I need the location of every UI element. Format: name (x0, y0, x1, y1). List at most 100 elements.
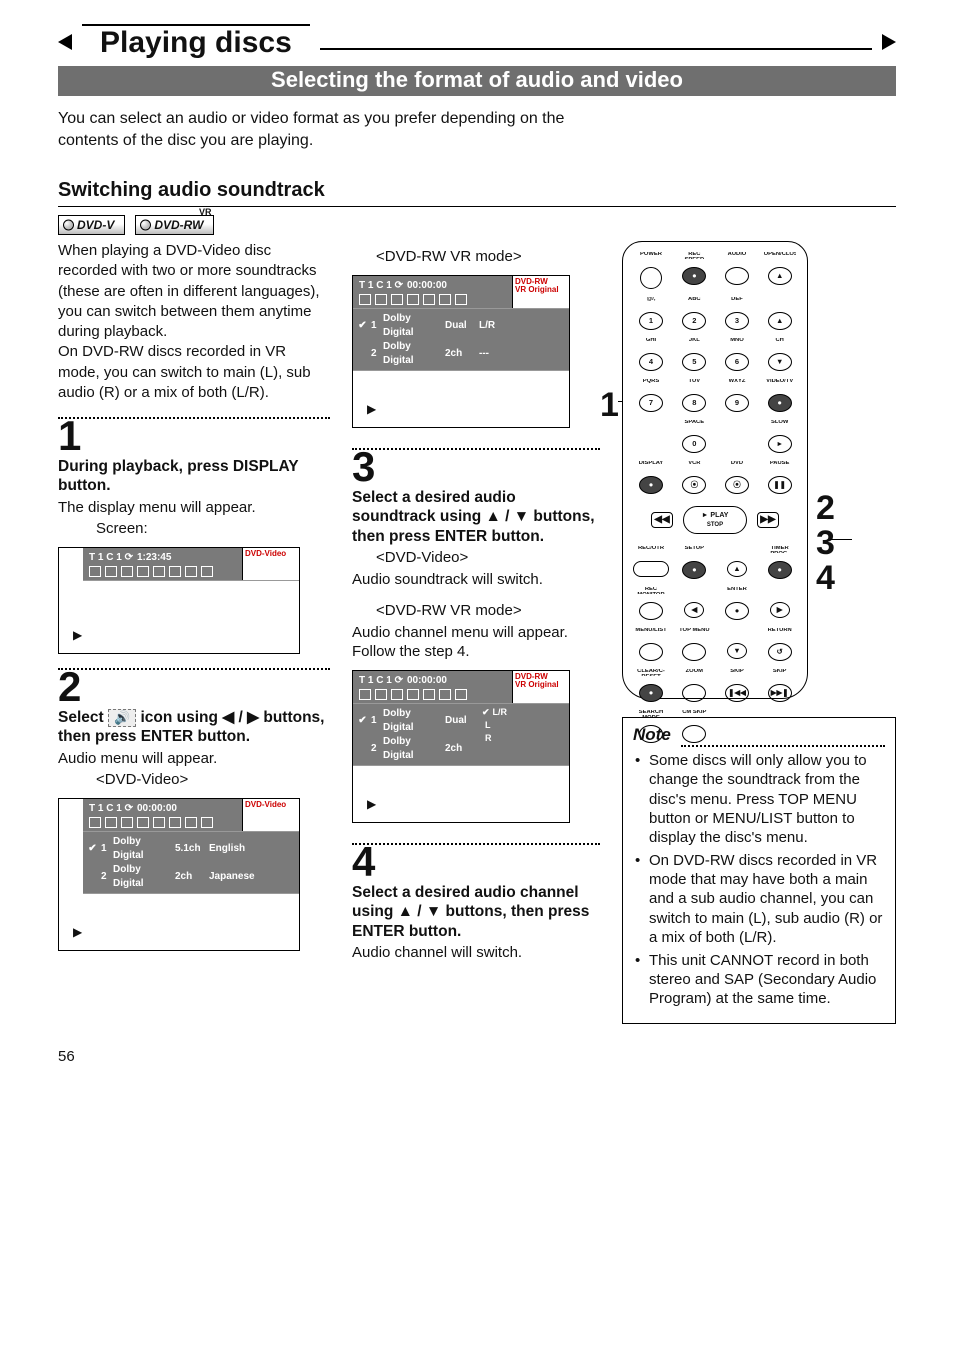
osd-audio-row: ✔ 1 Dolby Digital Dual (358, 707, 564, 734)
arrow-left-icon (58, 34, 72, 50)
step-4-number: 4 (352, 843, 600, 881)
key-3-button: 3 (725, 312, 749, 330)
badge-dvd-rw-label: DVD-RW (154, 218, 203, 232)
osd-dvd-rw-vr-channel-menu: T 1 C 1 ⟳ 00:00:00 DVD-RW VR Original (352, 670, 570, 824)
osd-time-rw: 00:00:00 (407, 279, 447, 293)
osd-dvd-rw-vr-audio-menu: T 1 C 1 ⟳ 00:00:00 DVD-RW VR Original (352, 275, 570, 429)
badge-dvd-v: DVD-V (58, 215, 125, 235)
step-3-video-body: Audio soundtrack will switch. (352, 570, 600, 590)
note-title: Note (633, 724, 677, 747)
osd-disctype-video: DVD-Video (242, 548, 299, 581)
play-icon: ▶ (367, 401, 376, 417)
key-9-button: 9 (725, 394, 749, 412)
badge-vr-label: VR (199, 207, 212, 217)
callout-1: 1 (600, 383, 619, 429)
play-icon: ▶ (367, 796, 376, 812)
rec-otr-button (633, 561, 669, 577)
osd-dvd-video-audio-menu: T 1 C 1 ⟳ 00:00:00 DVD-Video ✔ 1 (58, 798, 300, 952)
left-body: When playing a DVD-Video disc recorded w… (58, 241, 330, 403)
step-3-number: 3 (352, 448, 600, 486)
badge-dvd-v-label: DVD-V (77, 218, 114, 232)
key-1-button: 1 (639, 312, 663, 330)
page-number: 56 (58, 1048, 896, 1065)
audio-icon: 🔊 (108, 709, 136, 727)
play-icon: ▶ (73, 924, 82, 940)
callout-line (830, 539, 852, 540)
remote-control-illustration: POWER REC SPEED AUDIO OPEN/CLOSE ● ▲ @/,… (622, 241, 808, 699)
step-2-head: Select 🔊 icon using ◀ / ▶ buttons, then … (58, 708, 330, 747)
skip-fwd-button: ▶▶❚ (768, 684, 792, 702)
dvd-button: ⦿ (725, 476, 749, 494)
ch-up-button: ▲ (768, 312, 792, 330)
step-1-body: The display menu will appear. (58, 498, 330, 518)
rec-monitor-button (639, 602, 663, 620)
step-1-screen-label: Screen: (58, 519, 330, 539)
rec-speed-button: ● (682, 267, 706, 285)
nav-left-button: ◀ (684, 602, 704, 618)
key-6-button: 6 (725, 353, 749, 371)
osd-side-channel-list: ✔L/R L R (479, 704, 513, 746)
rewind-button: ◀◀ (651, 512, 673, 528)
step-3-video-label: <DVD-Video> (352, 548, 600, 568)
clear-button: ● (639, 684, 663, 702)
arrow-right-icon (882, 34, 896, 50)
audio-button (725, 267, 749, 285)
key-0-button: 0 (682, 435, 706, 453)
callout-2: 2 (816, 491, 835, 526)
subsection-heading: Switching audio soundtrack (58, 179, 896, 207)
open-close-button: ▲ (768, 267, 792, 285)
key-4-button: 4 (639, 353, 663, 371)
section-band: Selecting the format of audio and video (58, 66, 896, 96)
callout-4: 4 (816, 561, 835, 596)
mid-mode-vr-label: <DVD-RW VR mode> (352, 247, 600, 267)
osd-audio-row: 2 Dolby Digital 2ch (358, 735, 564, 762)
nav-right-button: ▶ (770, 602, 790, 618)
key-5-button: 5 (682, 353, 706, 371)
osd-audio-row: ✔ 1 Dolby Digital Dual L/R (358, 312, 564, 339)
note-item: This unit CANNOT record in both stereo a… (645, 951, 885, 1009)
osd-audio-row: ✔ 1 Dolby Digital 5.1ch English (88, 835, 294, 862)
step-4-head: Select a desired audio channel using ▲ /… (352, 883, 600, 941)
osd-disctype-rw: DVD-RW VR Original (512, 276, 569, 309)
pause-button: ❚❚ (768, 476, 792, 494)
step-3-vr-body: Audio channel menu will appear. Follow t… (352, 623, 600, 662)
power-button (640, 267, 662, 289)
note-dot-rule (681, 745, 885, 747)
top-menu-button (682, 643, 706, 661)
osd-disctype-rw: DVD-RW VR Original (512, 671, 569, 704)
fast-forward-button: ▶▶ (757, 512, 779, 528)
ch-down-button: ▼ (768, 353, 792, 371)
callout-numbers: 2 3 4 (816, 491, 835, 595)
display-button: ● (639, 476, 663, 494)
osd-audio-row: 2 Dolby Digital 2ch Japanese (88, 863, 294, 890)
enter-button: ● (725, 602, 749, 620)
step-2-mode-label: <DVD-Video> (58, 770, 330, 790)
video-tv-button: ● (768, 394, 792, 412)
callout-3: 3 (816, 526, 835, 561)
osd-info-row: T 1 C 1 ⟳ (359, 674, 403, 688)
step-2-number: 2 (58, 668, 330, 706)
return-button: ↺ (768, 643, 792, 661)
note-item: On DVD-RW discs recorded in VR mode that… (645, 851, 885, 947)
nav-up-button: ▲ (727, 561, 747, 577)
menu-list-button (639, 643, 663, 661)
osd-audio-row: 2 Dolby Digital 2ch --- (358, 340, 564, 367)
timer-prog-button: ● (768, 561, 792, 579)
badge-dvd-rw: VR DVD-RW (135, 215, 214, 235)
vcr-button: ⦿ (682, 476, 706, 494)
note-item: Some discs will only allow you to change… (645, 751, 885, 847)
osd-info-row: T 1 C 1 ⟳ (89, 802, 133, 816)
title-rule (320, 48, 872, 50)
osd-time-video: 1:23:45 (137, 551, 171, 565)
intro-text: You can select an audio or video format … (58, 108, 618, 151)
osd-time-rw: 00:00:00 (137, 802, 177, 816)
step-1-number: 1 (58, 417, 330, 455)
page-title-text: Playing discs (100, 26, 292, 59)
play-icon: ▶ (73, 627, 82, 643)
osd-info-row: T 1 C 1 ⟳ (359, 279, 403, 293)
step-3-vr-label: <DVD-RW VR mode> (352, 601, 600, 621)
step-1-head: During playback, press DISPLAY button. (58, 457, 330, 496)
note-box: Note Some discs will only allow you to c… (622, 717, 896, 1023)
key-7-button: 7 (639, 394, 663, 412)
osd-info-row: T 1 C 1 ⟳ (89, 551, 133, 565)
